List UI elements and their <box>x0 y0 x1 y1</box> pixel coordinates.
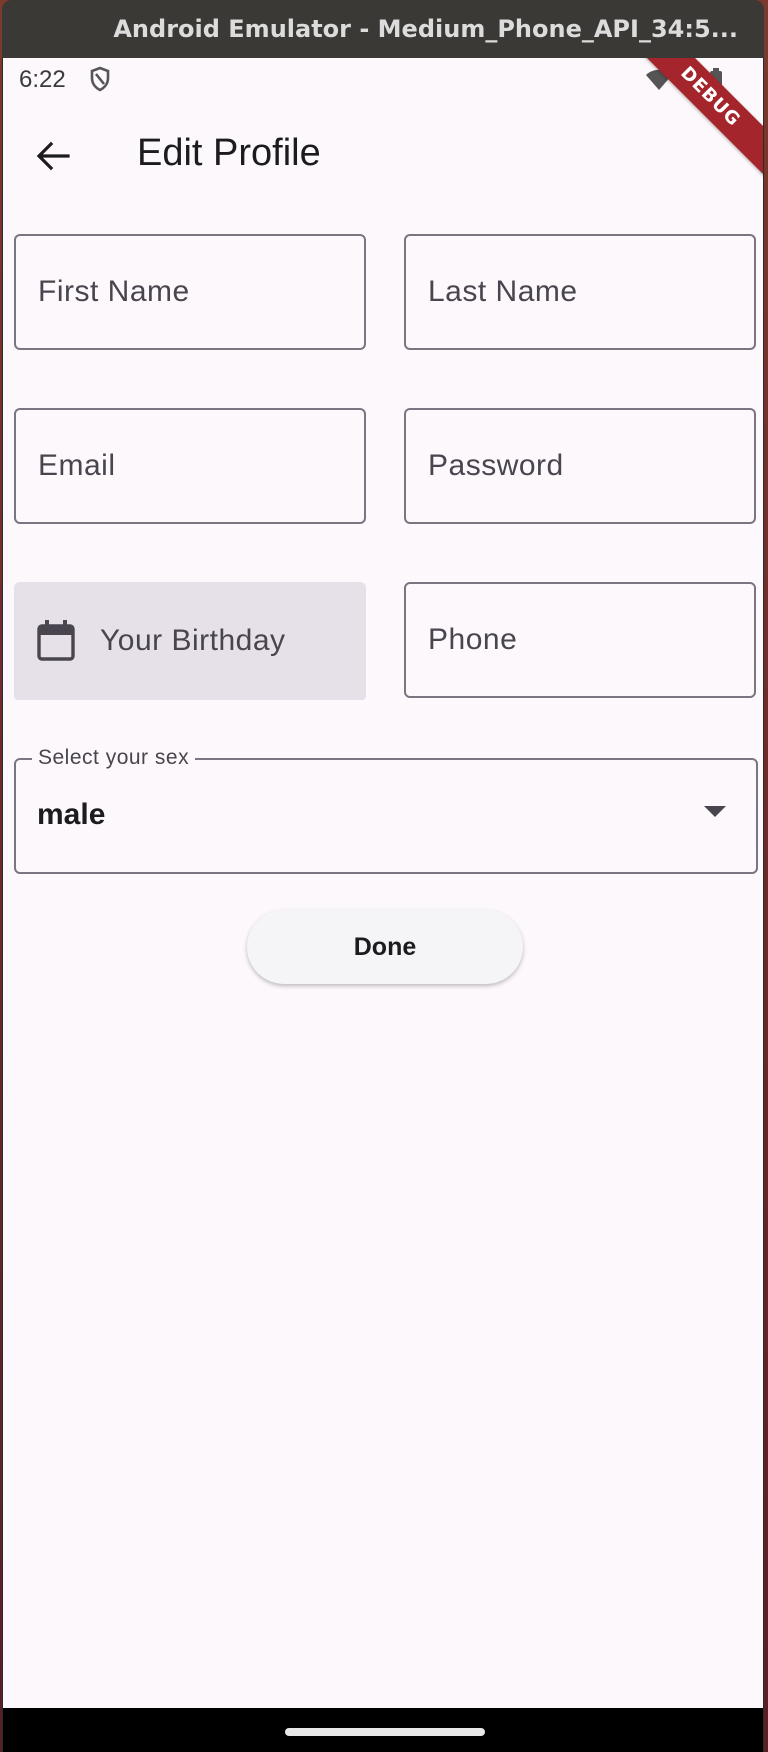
last-name-field[interactable] <box>404 234 756 350</box>
arrow-back-icon <box>36 141 70 171</box>
phone-field[interactable] <box>404 582 756 698</box>
birthday-field[interactable]: Your Birthday <box>14 582 366 700</box>
navigation-bar <box>3 1708 763 1752</box>
home-gesture-handle[interactable] <box>285 1728 485 1736</box>
email-field[interactable] <box>14 408 366 524</box>
app-bar: Edit Profile <box>3 104 763 214</box>
last-name-input[interactable] <box>406 236 754 348</box>
desktop-background: Android Emulator - Medium_Phone_API_34:5… <box>0 0 768 1752</box>
shield-icon <box>89 66 111 99</box>
first-name-input[interactable] <box>16 236 364 348</box>
phone-screen: 6:22 DEBUG Edit Profile First Name Last … <box>3 58 763 1708</box>
sex-dropdown[interactable]: Select your sex male <box>14 746 758 874</box>
birthday-label: Your Birthday <box>100 624 286 657</box>
password-field[interactable] <box>404 408 756 524</box>
window-title: Android Emulator - Medium_Phone_API_34:5… <box>113 15 738 43</box>
email-input[interactable] <box>16 410 364 522</box>
back-button[interactable] <box>25 128 81 184</box>
sex-dropdown-value: male <box>37 798 106 831</box>
first-name-field[interactable] <box>14 234 366 350</box>
phone-input[interactable] <box>406 584 754 696</box>
status-bar: 6:22 <box>3 58 763 104</box>
emulator-window: Android Emulator - Medium_Phone_API_34:5… <box>2 0 764 1752</box>
dropdown-arrow-icon <box>704 806 726 817</box>
page-title: Edit Profile <box>137 132 321 174</box>
password-input[interactable] <box>406 410 754 522</box>
window-titlebar[interactable]: Android Emulator - Medium_Phone_API_34:5… <box>2 0 764 58</box>
done-button[interactable]: Done <box>247 910 523 984</box>
sex-dropdown-label: Select your sex <box>32 746 196 770</box>
calendar-icon <box>37 620 75 661</box>
status-time: 6:22 <box>19 66 66 93</box>
